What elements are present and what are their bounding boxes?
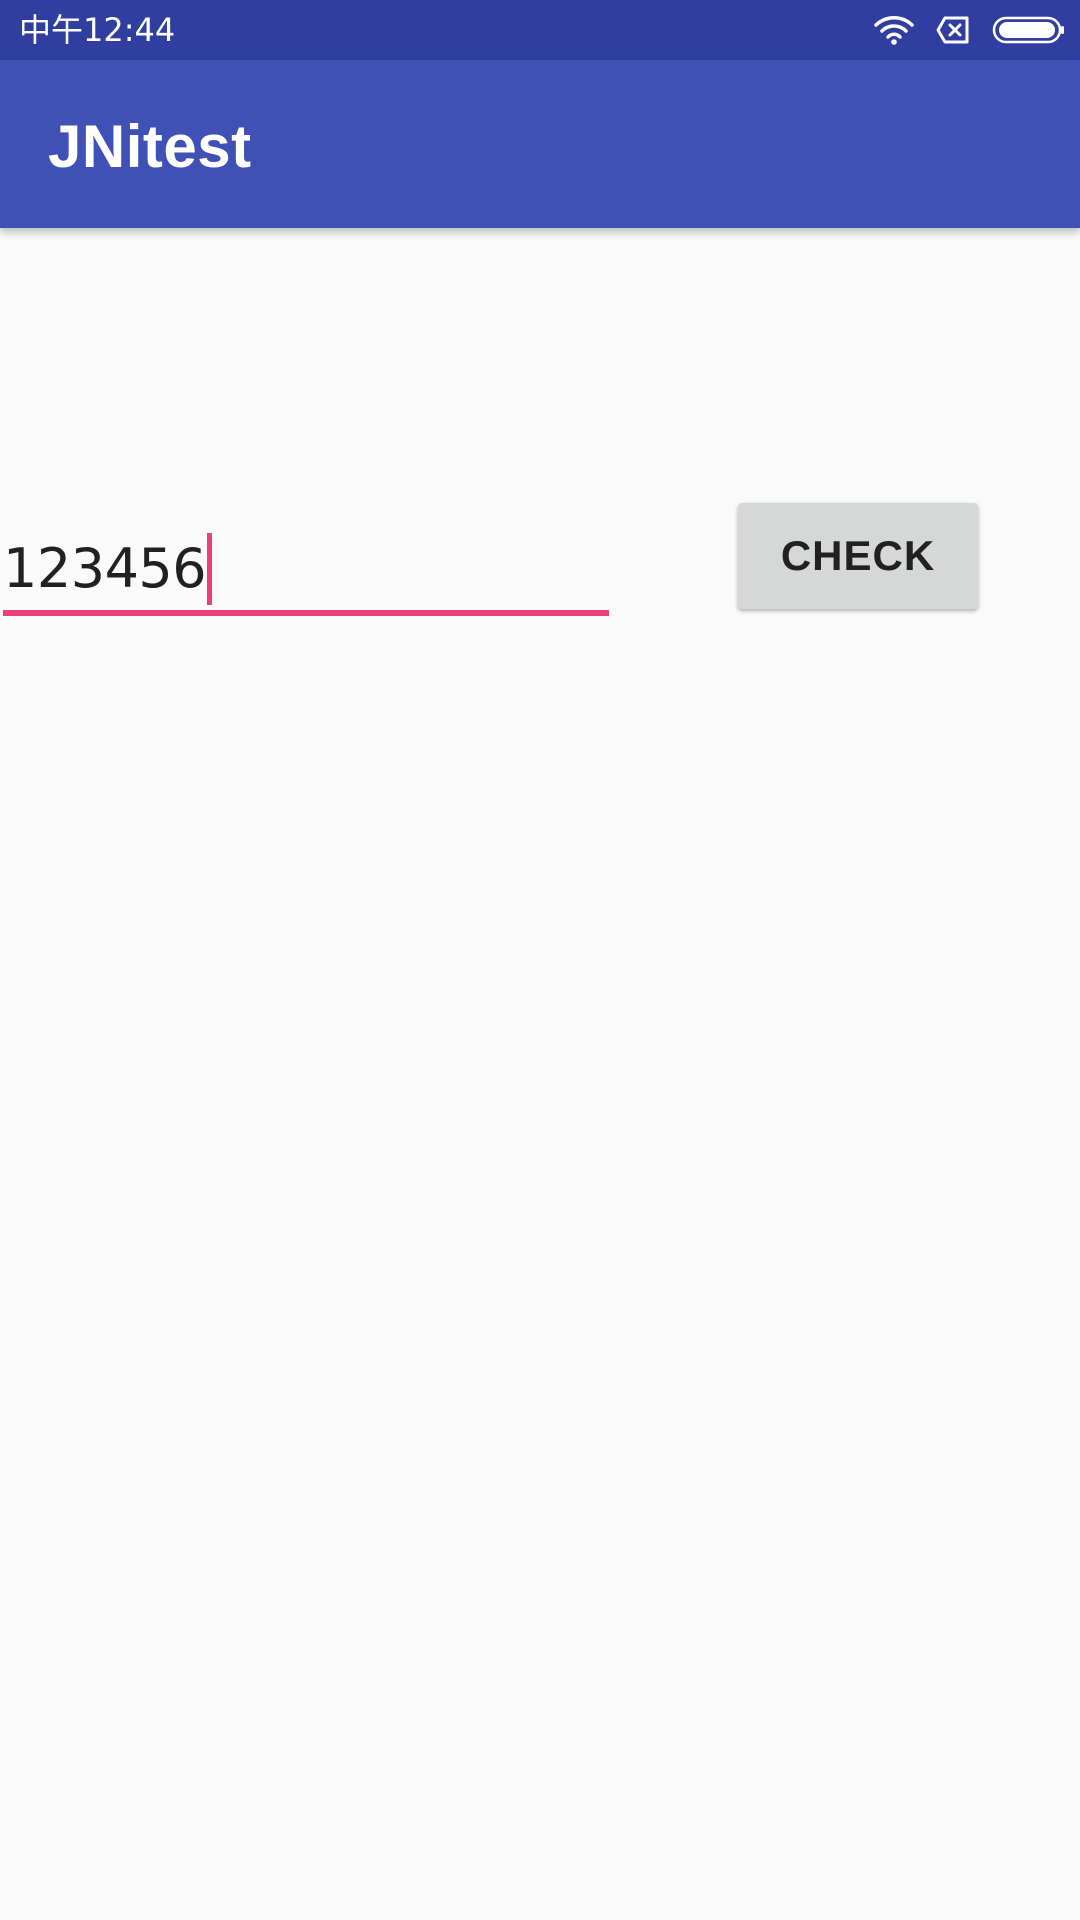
input-underline [3, 610, 609, 616]
check-button[interactable]: CHECK [738, 503, 978, 609]
status-time: 中午12:44 [19, 11, 176, 49]
status-icons [874, 14, 1066, 46]
input-text-area[interactable]: 123456 [3, 532, 213, 606]
number-input[interactable]: 123456 [3, 526, 609, 616]
app-title: JNitest [48, 113, 252, 180]
text-cursor [207, 533, 213, 605]
input-value[interactable]: 123456 [3, 532, 207, 606]
sim-absent-icon [936, 16, 970, 44]
app-bar: JNitest [0, 60, 1080, 228]
app-screen: 中午12:44 JNitest 123456 CHECK [0, 0, 1080, 1920]
status-bar: 中午12:44 [0, 0, 1080, 60]
wifi-icon [874, 15, 914, 45]
battery-icon [992, 16, 1066, 44]
